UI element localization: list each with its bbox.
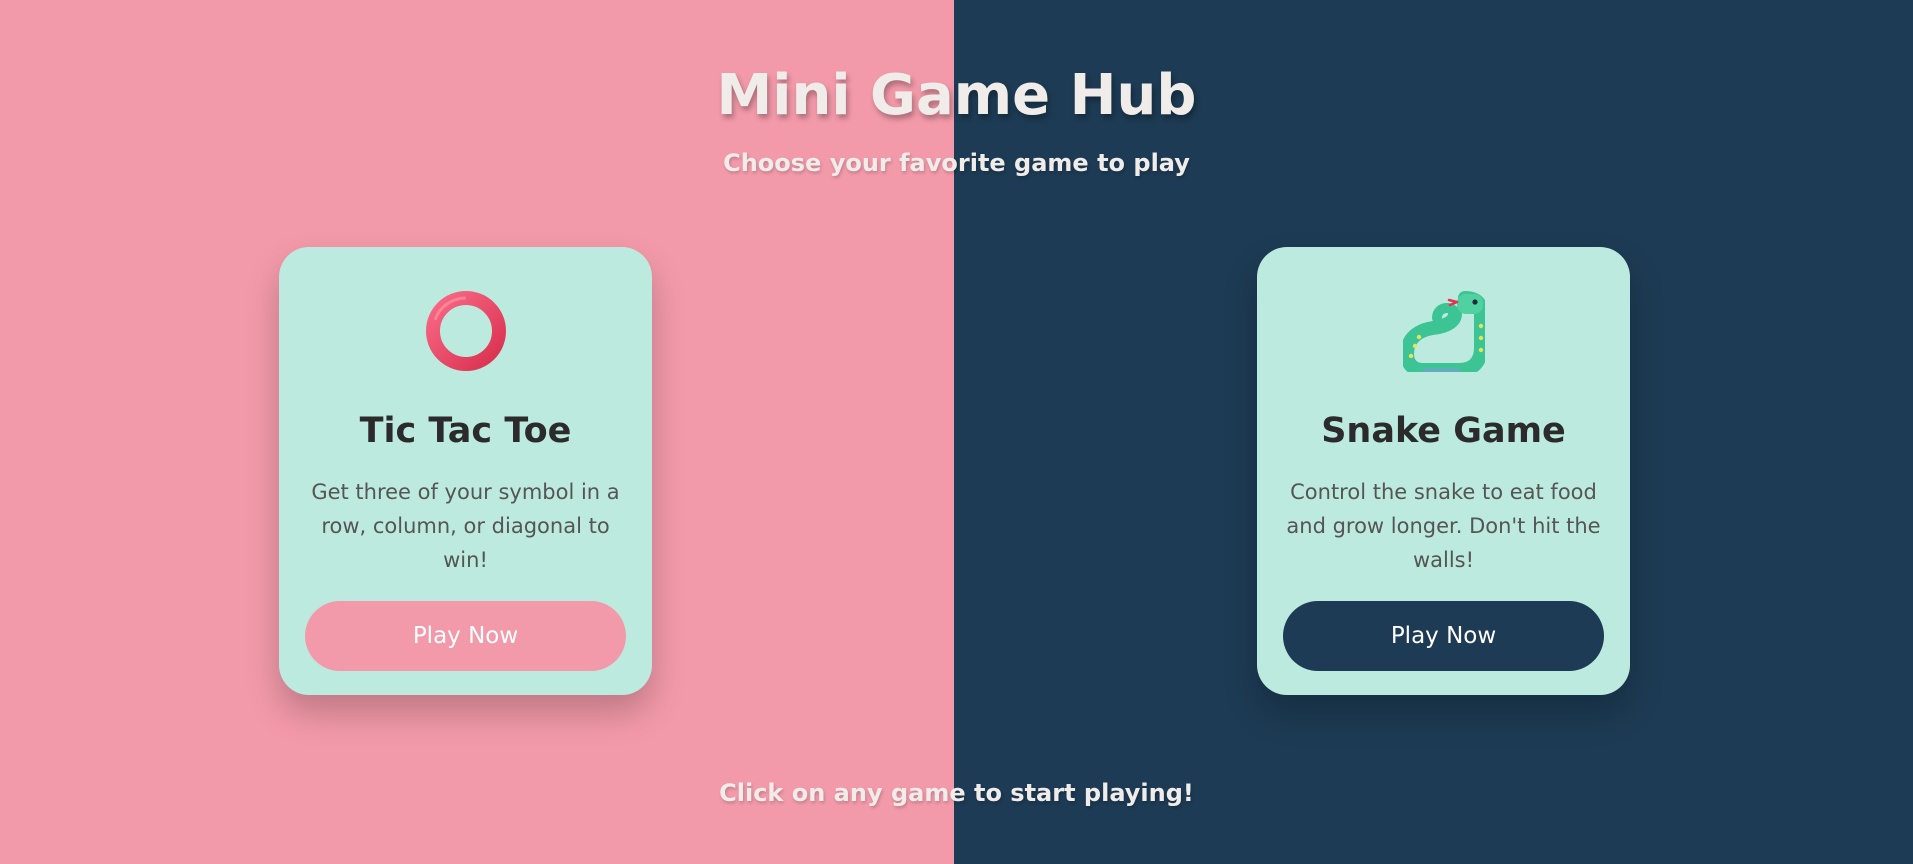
page-title: Mini Game Hub — [716, 63, 1197, 128]
play-snake-game-button[interactable]: Play Now — [1283, 601, 1604, 671]
play-tic-tac-toe-button[interactable]: Play Now — [305, 601, 626, 671]
tic-tac-toe-card[interactable]: Tic Tac Toe Get three of your symbol in … — [279, 247, 652, 695]
game-hub-page: Mini Game Hub Choose your favorite game … — [0, 0, 1913, 864]
snake-game-card[interactable]: Snake Game Control the snake to eat food… — [1257, 247, 1630, 695]
footer-hint: Click on any game to start playing! — [719, 779, 1194, 807]
card-description: Control the snake to eat food and grow l… — [1286, 480, 1601, 572]
snake-icon — [1403, 291, 1485, 372]
card-description: Get three of your symbol in a row, colum… — [311, 480, 620, 572]
ring-icon — [426, 291, 506, 371]
card-title: Snake Game — [1321, 411, 1566, 451]
header: Mini Game Hub Choose your favorite game … — [0, 58, 1913, 178]
card-title: Tic Tac Toe — [359, 411, 572, 451]
page-subtitle: Choose your favorite game to play — [723, 149, 1190, 177]
